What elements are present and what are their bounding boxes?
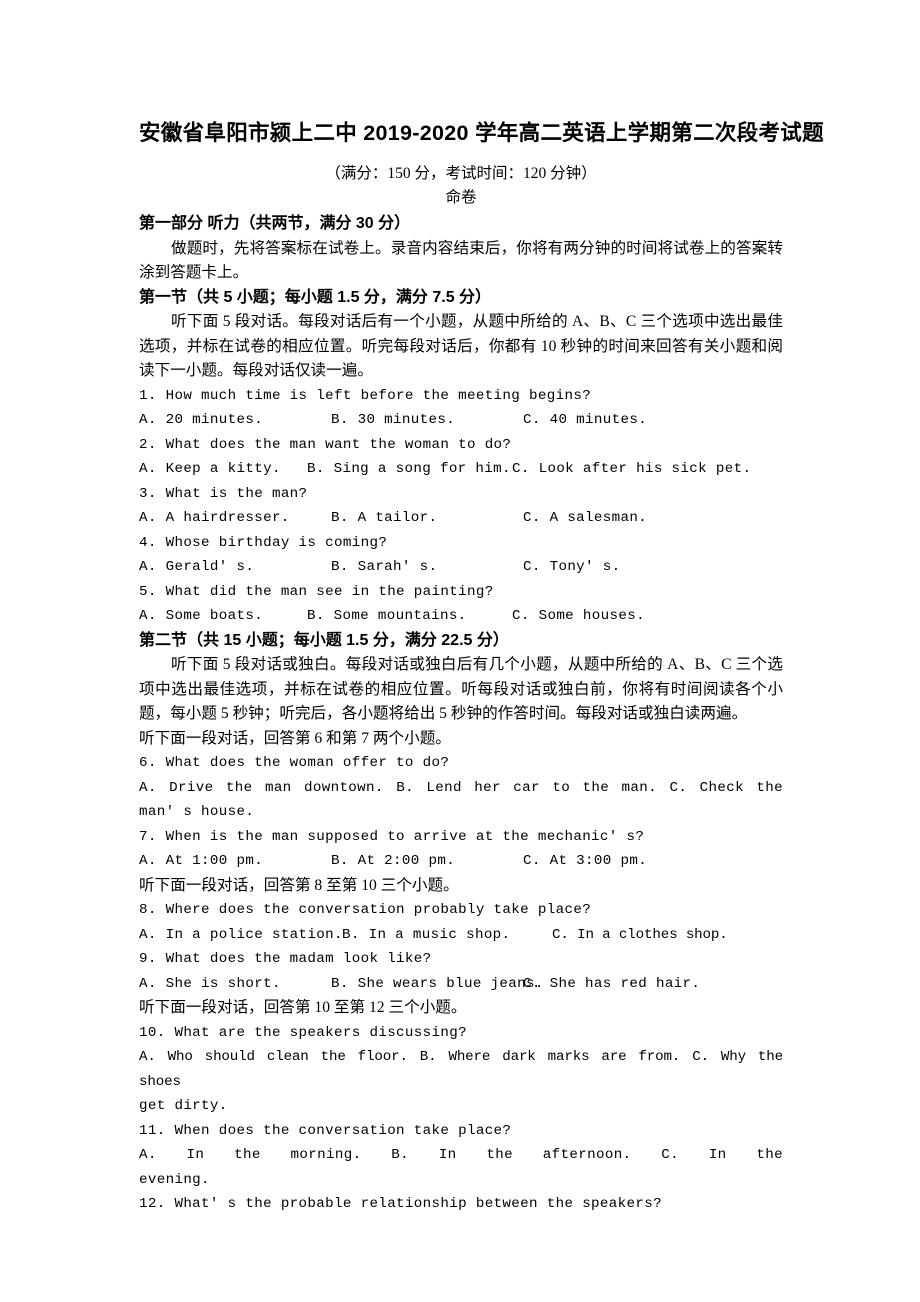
question-stem: 12. What' s the probable relationship be… <box>139 1196 662 1212</box>
option-c-word-1[interactable]: In <box>709 1147 727 1163</box>
option-c[interactable]: C. Tony' s. <box>523 555 621 580</box>
option-b[interactable]: B. In a music shop. <box>342 923 552 948</box>
option-row: A. Drive the man downtown. B. Lend her c… <box>139 776 783 801</box>
part-one-instruction: 做题时，先将答案标在试卷上。录音内容结束后，你将有两分钟的时间将试卷上的答案转涂… <box>139 239 783 282</box>
question-stem: 6. What does the woman offer to do? <box>139 755 450 771</box>
direction-8-10: 听下面一段对话，回答第 8 至第 10 三个小题。 <box>139 876 459 894</box>
option-c-word-2[interactable]: the <box>756 780 783 796</box>
option-c[interactable]: C. <box>669 780 687 796</box>
section-two-heading: 第二节（共 15 小题；每小题 1.5 分，满分 22.5 分） <box>139 631 509 649</box>
question-stem: 2. What does the man want the woman to d… <box>139 436 512 453</box>
option-a[interactable]: A. 20 minutes. <box>139 408 331 433</box>
question-stem: 4. Whose birthday is coming? <box>139 534 388 551</box>
question-stem: 10. What are the speakers discussing? <box>139 1024 467 1041</box>
option-b[interactable]: B. A tailor. <box>331 506 523 531</box>
question-stem: 5. What did the man see in the painting? <box>139 583 494 600</box>
option-a[interactable]: A. Some boats. <box>139 604 307 629</box>
option-c[interactable]: C. A salesman. <box>523 506 647 531</box>
option-c[interactable]: C. <box>661 1147 679 1163</box>
option-a[interactable]: A. In a police station. <box>139 923 343 948</box>
section-one-heading: 第一节（共 5 小题；每小题 1.5 分，满分 7.5 分） <box>139 288 492 306</box>
option-c-word-2[interactable]: the <box>756 1147 783 1163</box>
question-stem: 7. When is the man supposed to arrive at… <box>139 828 645 845</box>
option-c[interactable]: C. Some houses. <box>512 604 645 629</box>
option-row: A. Keep a kitty. B. Sing a song for him.… <box>139 457 783 482</box>
option-b[interactable]: B. She wears blue jeans. <box>331 972 543 997</box>
exam-paper-page: 安徽省阜阳市颍上二中 2019-2020 学年高二英语上学期第二次段考试题 （满… <box>0 0 920 1302</box>
option-a[interactable]: A. At 1:00 pm. <box>139 849 331 874</box>
option-c-word-1[interactable]: Check <box>700 780 744 796</box>
option-row: A. At 1:00 pm. B. At 2:00 pm. C. At 3:00… <box>139 849 783 874</box>
option-c[interactable]: C. At 3:00 pm. <box>523 849 647 874</box>
section-two-instruction: 听下面 5 段对话或独白。每段对话或独白后有几个小题，从题中所给的 A、B、C … <box>139 656 783 722</box>
option-c[interactable]: C. In a clothes shop. <box>552 923 728 948</box>
question-stem: 1. How much time is left before the meet… <box>139 387 592 404</box>
option-c[interactable]: C. Look after his sick pet. <box>512 457 751 482</box>
question-stem: 9. What does the madam look like? <box>139 951 432 967</box>
part-one-heading: 第一部分 听力（共两节，满分 30 分） <box>139 215 411 232</box>
option-a[interactable]: A. Keep a kitty. <box>139 457 307 482</box>
option-row: A. In a police station. B. In a music sh… <box>139 923 783 948</box>
option-b[interactable]: B. At 2:00 pm. <box>331 849 523 874</box>
option-b[interactable]: B. In the afternoon. <box>391 1147 631 1163</box>
option-c-continuation[interactable]: get dirty. <box>139 1094 783 1119</box>
question-stem: 3. What is the man? <box>139 485 308 502</box>
option-row: A. A hairdresser. B. A tailor. C. A sale… <box>139 506 783 531</box>
option-row: A. In the morning. B. In the afternoon. … <box>139 1143 783 1168</box>
option-c[interactable]: C. She has red hair. <box>523 972 700 997</box>
option-b[interactable]: B. Lend her car to the man. <box>396 780 657 796</box>
option-row: A. 20 minutes. B. 30 minutes. C. 40 minu… <box>139 408 783 433</box>
option-a[interactable]: A. Gerald' s. <box>139 555 331 580</box>
question-stem: 11. When does the conversation take plac… <box>139 1122 512 1139</box>
direction-10-12: 听下面一段对话，回答第 10 至第 12 三个小题。 <box>139 999 467 1016</box>
option-a[interactable]: A. In the morning. <box>139 1147 361 1163</box>
option-b[interactable]: B. 30 minutes. <box>331 408 523 433</box>
option-b[interactable]: B. Where dark marks are from. <box>420 1049 681 1065</box>
option-row: A. Gerald' s. B. Sarah' s. C. Tony' s. <box>139 555 783 580</box>
exam-score-time-subtitle: （满分：150 分，考试时间：120 分钟） <box>325 165 597 182</box>
question-stem: 8. Where does the conversation probably … <box>139 902 592 918</box>
option-a[interactable]: A. A hairdresser. <box>139 506 331 531</box>
page-title: 安徽省阜阳市颍上二中 2019-2020 学年高二英语上学期第二次段考试题 <box>139 121 824 145</box>
option-c-continuation[interactable]: man' s house. <box>139 800 783 825</box>
document-body: 安徽省阜阳市颍上二中 2019-2020 学年高二英语上学期第二次段考试题 （满… <box>139 118 824 1217</box>
option-b[interactable]: B. Some mountains. <box>307 604 512 629</box>
option-b[interactable]: B. Sarah' s. <box>331 555 523 580</box>
option-c[interactable]: C. 40 minutes. <box>523 408 647 433</box>
byline: 命卷 <box>445 189 477 206</box>
option-a[interactable]: A. She is short. <box>139 972 331 997</box>
option-b[interactable]: B. Sing a song for him. <box>307 457 512 482</box>
direction-6-7: 听下面一段对话，回答第 6 和第 7 两个小题。 <box>139 729 451 747</box>
option-row: A. Some boats. B. Some mountains. C. Som… <box>139 604 783 629</box>
option-a[interactable]: A. Drive the man downtown. <box>139 780 384 796</box>
option-c-continuation[interactable]: evening. <box>139 1168 783 1193</box>
section-one-instruction: 听下面 5 段对话。每段对话后有一个小题，从题中所给的 A、B、C 三个选项中选… <box>139 313 783 379</box>
option-a[interactable]: A. Who should clean the floor. <box>139 1049 408 1065</box>
option-row: A. Who should clean the floor. B. Where … <box>139 1045 783 1094</box>
option-row: A. She is short. B. She wears blue jeans… <box>139 972 783 997</box>
